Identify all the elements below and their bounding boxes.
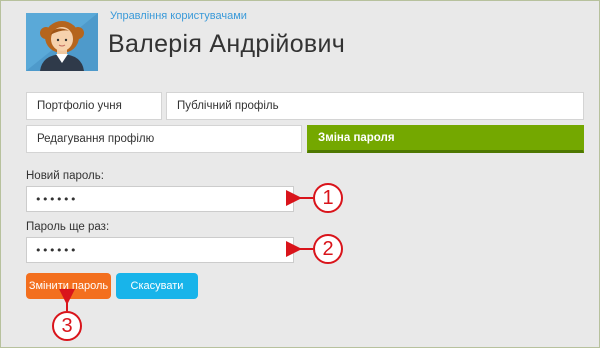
callout-arrows [59, 190, 313, 311]
callout-3: 3 [52, 311, 82, 341]
callout-1: 1 [313, 183, 343, 213]
callout-2: 2 [313, 234, 343, 264]
